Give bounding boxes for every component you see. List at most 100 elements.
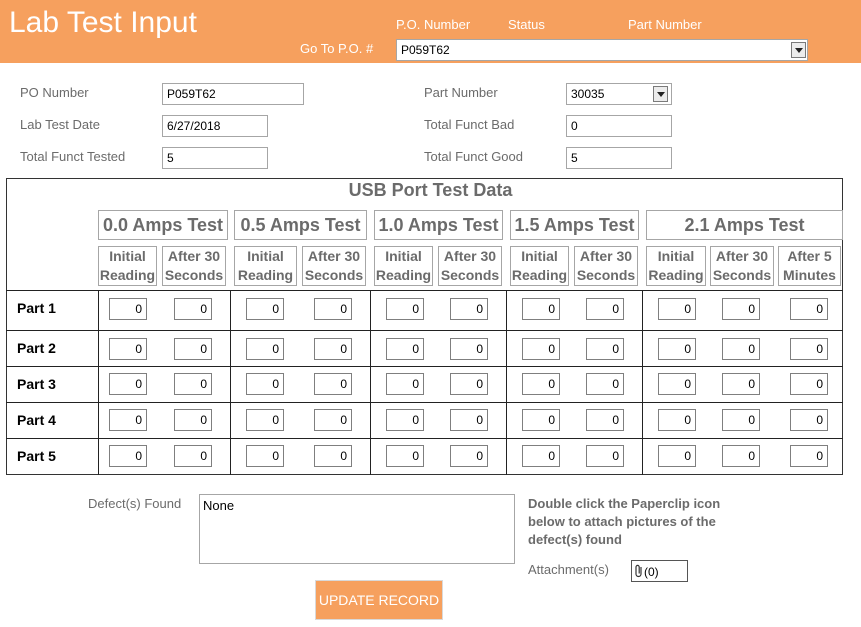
reading-cell[interactable]: 0 bbox=[386, 338, 424, 360]
reading-cell[interactable]: 0 bbox=[722, 445, 760, 467]
reading-cell[interactable]: 0 bbox=[109, 338, 147, 360]
reading-cell[interactable]: 0 bbox=[450, 338, 488, 360]
subheader-after-30-seconds: After 30 Seconds bbox=[162, 246, 226, 286]
total-funct-tested-field[interactable]: 5 bbox=[162, 147, 268, 169]
subheader-after-30-seconds: After 30 Seconds bbox=[438, 246, 502, 286]
reading-cell[interactable]: 0 bbox=[314, 338, 352, 360]
goto-po-label: Go To P.O. # bbox=[300, 41, 374, 56]
reading-cell[interactable]: 0 bbox=[790, 409, 828, 431]
subheader-initial-reading-text: Initial Reading bbox=[375, 248, 432, 283]
goto-po-value: P059T62 bbox=[401, 43, 450, 57]
reading-cell[interactable]: 0 bbox=[722, 409, 760, 431]
reading-cell[interactable]: 0 bbox=[450, 298, 488, 320]
reading-cell[interactable]: 0 bbox=[314, 373, 352, 395]
reading-cell[interactable]: 0 bbox=[586, 373, 624, 395]
reading-cell[interactable]: 0 bbox=[386, 409, 424, 431]
reading-cell[interactable]: 0 bbox=[790, 373, 828, 395]
grid-line bbox=[642, 290, 643, 475]
reading-cell[interactable]: 0 bbox=[246, 373, 284, 395]
reading-cell[interactable]: 0 bbox=[522, 409, 560, 431]
test-header-1-0-amps: 1.0 Amps Test bbox=[374, 210, 503, 240]
reading-cell[interactable]: 0 bbox=[386, 298, 424, 320]
reading-cell[interactable]: 0 bbox=[109, 373, 147, 395]
column-header-part-number: Part Number bbox=[628, 17, 702, 32]
reading-cell[interactable]: 0 bbox=[722, 298, 760, 320]
part-number-combobox[interactable]: 30035 bbox=[566, 83, 672, 105]
reading-cell[interactable]: 0 bbox=[658, 409, 696, 431]
reading-cell[interactable]: 0 bbox=[658, 373, 696, 395]
reading-cell[interactable]: 0 bbox=[314, 409, 352, 431]
reading-cell[interactable]: 0 bbox=[450, 409, 488, 431]
reading-cell[interactable]: 0 bbox=[790, 445, 828, 467]
reading-cell[interactable]: 0 bbox=[246, 409, 284, 431]
total-funct-good-label: Total Funct Good bbox=[424, 149, 523, 164]
row-label-part-4: Part 4 bbox=[17, 412, 56, 428]
part-number-label: Part Number bbox=[424, 85, 498, 100]
chevron-down-icon[interactable] bbox=[791, 42, 806, 58]
subheader-after-30-seconds-text: After 30 Seconds bbox=[712, 248, 772, 283]
grid-title: USB Port Test Data bbox=[348, 180, 513, 200]
reading-cell[interactable]: 0 bbox=[174, 298, 212, 320]
total-funct-good-field[interactable]: 5 bbox=[566, 147, 672, 169]
reading-cell[interactable]: 0 bbox=[722, 338, 760, 360]
reading-cell[interactable]: 0 bbox=[174, 373, 212, 395]
subheader-initial-reading-text: Initial Reading bbox=[99, 248, 156, 283]
total-funct-bad-field[interactable]: 0 bbox=[566, 115, 672, 137]
grid-line bbox=[230, 290, 231, 475]
reading-cell[interactable]: 0 bbox=[109, 445, 147, 467]
reading-cell[interactable]: 0 bbox=[174, 445, 212, 467]
reading-cell[interactable]: 0 bbox=[314, 445, 352, 467]
reading-cell[interactable]: 0 bbox=[522, 445, 560, 467]
paperclip-icon[interactable] bbox=[634, 564, 644, 578]
reading-cell[interactable]: 0 bbox=[450, 445, 488, 467]
subheader-initial-reading: Initial Reading bbox=[234, 246, 297, 286]
subheader-after-30-seconds-text: After 30 Seconds bbox=[576, 248, 636, 283]
reading-cell[interactable]: 0 bbox=[658, 298, 696, 320]
grid-line bbox=[370, 290, 371, 475]
reading-cell[interactable]: 0 bbox=[522, 298, 560, 320]
reading-cell[interactable]: 0 bbox=[174, 338, 212, 360]
reading-cell[interactable]: 0 bbox=[246, 298, 284, 320]
reading-cell[interactable]: 0 bbox=[586, 445, 624, 467]
part-number-value: 30035 bbox=[571, 87, 605, 101]
goto-po-combobox[interactable]: P059T62 bbox=[396, 39, 808, 61]
attachments-field[interactable]: (0) bbox=[631, 560, 688, 582]
reading-cell[interactable]: 0 bbox=[450, 373, 488, 395]
reading-cell[interactable]: 0 bbox=[586, 298, 624, 320]
subheader-after-30-seconds-text: After 30 Seconds bbox=[304, 248, 364, 283]
subheader-after-5-minutes: After 5 Minutes bbox=[778, 246, 841, 286]
reading-cell[interactable]: 0 bbox=[109, 409, 147, 431]
reading-cell[interactable]: 0 bbox=[522, 373, 560, 395]
row-label-part-3: Part 3 bbox=[17, 376, 56, 392]
lab-test-date-field[interactable]: 6/27/2018 bbox=[162, 115, 268, 137]
row-label-part-5: Part 5 bbox=[17, 448, 56, 464]
subheader-after-30-seconds: After 30 Seconds bbox=[574, 246, 638, 286]
reading-cell[interactable]: 0 bbox=[314, 298, 352, 320]
reading-cell[interactable]: 0 bbox=[722, 373, 760, 395]
grid-line bbox=[506, 290, 507, 475]
reading-cell[interactable]: 0 bbox=[174, 409, 212, 431]
grid-line bbox=[6, 366, 843, 367]
reading-cell[interactable]: 0 bbox=[246, 338, 284, 360]
reading-cell[interactable]: 0 bbox=[522, 338, 560, 360]
reading-cell[interactable]: 0 bbox=[386, 445, 424, 467]
subheader-initial-reading: Initial Reading bbox=[374, 246, 433, 286]
app-title: Lab Test Input bbox=[9, 6, 197, 39]
defects-found-label: Defect(s) Found bbox=[88, 496, 182, 511]
chevron-down-icon[interactable] bbox=[653, 86, 668, 102]
update-record-button[interactable]: UPDATE RECORD bbox=[315, 580, 443, 620]
reading-cell[interactable]: 0 bbox=[586, 338, 624, 360]
reading-cell[interactable]: 0 bbox=[658, 338, 696, 360]
reading-cell[interactable]: 0 bbox=[658, 445, 696, 467]
reading-cell[interactable]: 0 bbox=[246, 445, 284, 467]
reading-cell[interactable]: 0 bbox=[386, 373, 424, 395]
reading-cell[interactable]: 0 bbox=[109, 298, 147, 320]
reading-cell[interactable]: 0 bbox=[790, 338, 828, 360]
defects-found-textarea[interactable]: None bbox=[199, 494, 515, 564]
subheader-initial-reading: Initial Reading bbox=[510, 246, 569, 286]
po-number-field[interactable]: P059T62 bbox=[162, 83, 304, 105]
reading-cell[interactable]: 0 bbox=[586, 409, 624, 431]
lab-test-date-label: Lab Test Date bbox=[20, 117, 100, 132]
subheader-after-30-seconds: After 30 Seconds bbox=[710, 246, 774, 286]
reading-cell[interactable]: 0 bbox=[790, 298, 828, 320]
